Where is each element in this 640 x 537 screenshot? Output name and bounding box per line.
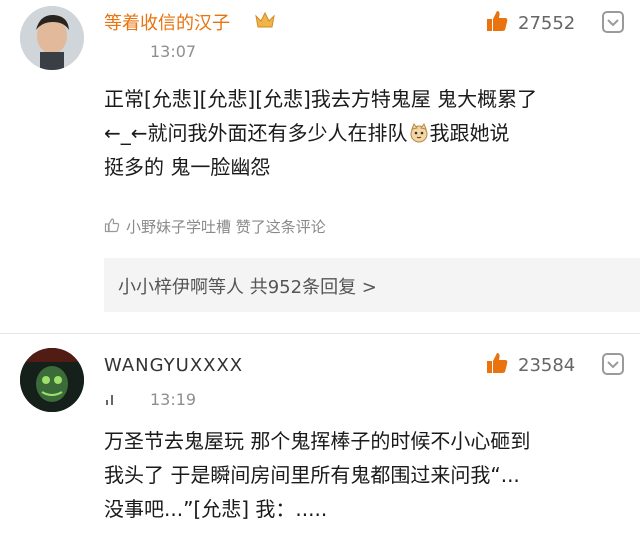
thumbs-up-outline-icon — [104, 217, 120, 237]
comment-line: 挺多的 鬼一脸幽怨 — [104, 155, 271, 179]
crown-badge-icon — [254, 10, 276, 34]
more-options-icon[interactable] — [600, 9, 626, 35]
like-button[interactable]: 23584 — [484, 350, 575, 381]
comment-segment: ←_←就问我外面还有多少人在排队 — [104, 121, 408, 145]
comment-text: 万圣节去鬼屋玩 那个鬼挥棒子的时候不小心砸到 我头了 于是瞬间房间里所有鬼都围过… — [104, 424, 530, 526]
avatar[interactable] — [20, 6, 84, 70]
thumbs-up-icon — [484, 8, 510, 39]
like-count: 23584 — [518, 355, 576, 376]
like-count: 27552 — [518, 13, 576, 34]
comment-line: ←_←就问我外面还有多少人在排队 我跟她说 — [104, 116, 537, 150]
replies-panel[interactable]: 小小梓伊啊等人 共952条回复 > — [104, 258, 640, 312]
comment-text: 正常[允悲][允悲][允悲]我去方特鬼屋 鬼大概累了 ←_←就问我外面还有多少人… — [104, 82, 537, 184]
comment-line: 正常[允悲][允悲][允悲]我去方特鬼屋 鬼大概累了 — [104, 87, 538, 111]
comment-line: 万圣节去鬼屋玩 那个鬼挥棒子的时候不小心砸到 — [104, 429, 531, 453]
thumbs-up-icon — [484, 350, 510, 381]
liked-by-text: 小野妹子学吐槽 赞了这条评论 — [126, 218, 326, 236]
view-replies-link[interactable]: 小小梓伊啊等人 共952条回复 > — [118, 273, 377, 299]
cat-emoji-icon — [408, 119, 430, 143]
comment-line: 我头了 于是瞬间房间里所有鬼都围过来问我“... — [104, 463, 520, 487]
signal-icon — [102, 390, 118, 410]
liked-by[interactable]: 小野妹子学吐槽 赞了这条评论 — [104, 216, 326, 237]
timestamp: 13:07 — [150, 42, 197, 61]
avatar[interactable] — [20, 348, 84, 412]
username[interactable]: WANGYUXXXX — [104, 355, 243, 376]
like-button[interactable]: 27552 — [484, 8, 575, 39]
divider — [0, 333, 640, 334]
comment-segment: 我跟她说 — [429, 121, 510, 145]
more-options-icon[interactable] — [600, 351, 626, 377]
timestamp: 13:19 — [150, 390, 197, 409]
username[interactable]: 等着收信的汉子 — [104, 9, 230, 35]
comment-line: 没事吧...”[允悲] 我：..... — [104, 497, 328, 521]
